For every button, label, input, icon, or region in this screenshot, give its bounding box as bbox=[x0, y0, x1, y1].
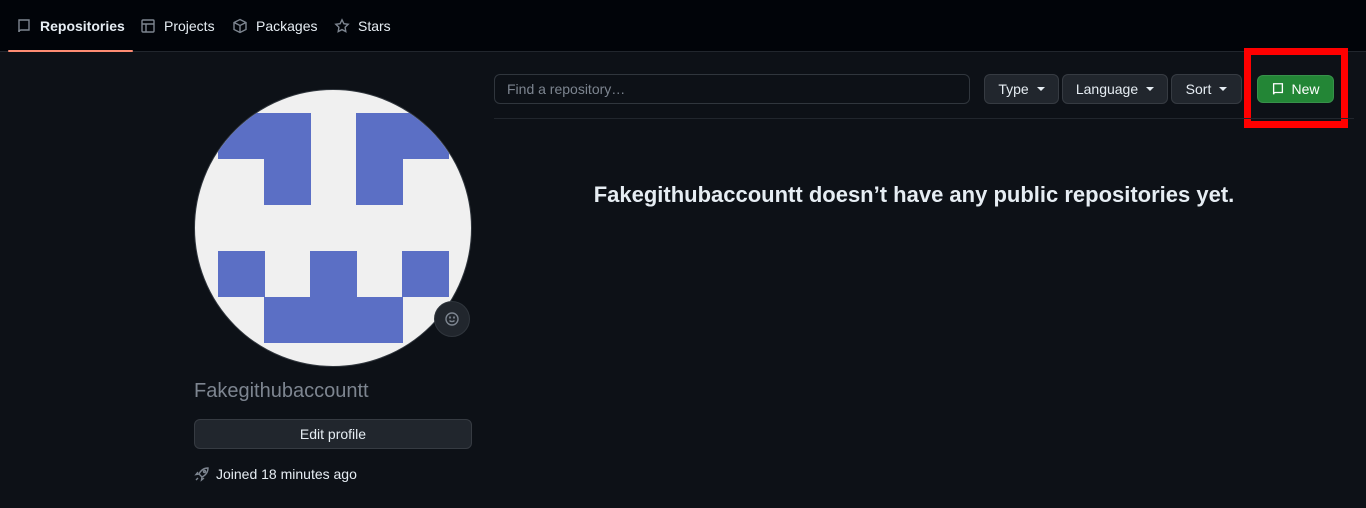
edit-profile-button[interactable]: Edit profile bbox=[194, 419, 472, 449]
tab-repositories[interactable]: Repositories bbox=[8, 0, 133, 52]
profile-nav: Repositories Projects Packages Stars bbox=[0, 0, 1366, 52]
repo-icon bbox=[18, 19, 30, 33]
language-dropdown-button[interactable]: Language bbox=[1062, 74, 1168, 104]
package-icon bbox=[233, 18, 247, 34]
caret-down-icon bbox=[1219, 87, 1228, 91]
tab-label: Stars bbox=[358, 18, 391, 34]
highlight-box bbox=[1244, 48, 1348, 128]
rocket-icon bbox=[194, 467, 209, 482]
tab-packages[interactable]: Packages bbox=[232, 0, 317, 52]
type-label: Type bbox=[998, 81, 1029, 97]
tab-label: Packages bbox=[256, 18, 318, 34]
tab-label: Repositories bbox=[40, 18, 125, 34]
tab-label: Projects bbox=[164, 18, 215, 34]
language-label: Language bbox=[1075, 81, 1139, 97]
sort-label: Sort bbox=[1185, 81, 1212, 97]
caret-down-icon bbox=[1036, 87, 1045, 91]
tab-stars[interactable]: Stars bbox=[334, 0, 391, 52]
table-icon bbox=[141, 19, 155, 33]
joined-text: Joined 18 minutes ago bbox=[216, 466, 357, 482]
find-repository-input[interactable] bbox=[494, 74, 970, 104]
caret-down-icon bbox=[1146, 87, 1155, 91]
joined-info: Joined 18 minutes ago bbox=[194, 466, 357, 482]
avatar[interactable] bbox=[194, 89, 472, 367]
set-status-button[interactable] bbox=[434, 301, 470, 337]
divider bbox=[494, 118, 1354, 119]
sort-dropdown-button[interactable]: Sort bbox=[1171, 74, 1242, 104]
smiley-icon bbox=[445, 312, 459, 326]
star-icon bbox=[334, 18, 350, 33]
empty-repositories-message: Fakegithubaccountt doesn’t have any publ… bbox=[593, 182, 1235, 207]
profile-username: Fakegithubaccountt bbox=[194, 380, 369, 402]
tab-projects[interactable]: Projects bbox=[140, 0, 215, 52]
type-dropdown-button[interactable]: Type bbox=[984, 74, 1059, 104]
